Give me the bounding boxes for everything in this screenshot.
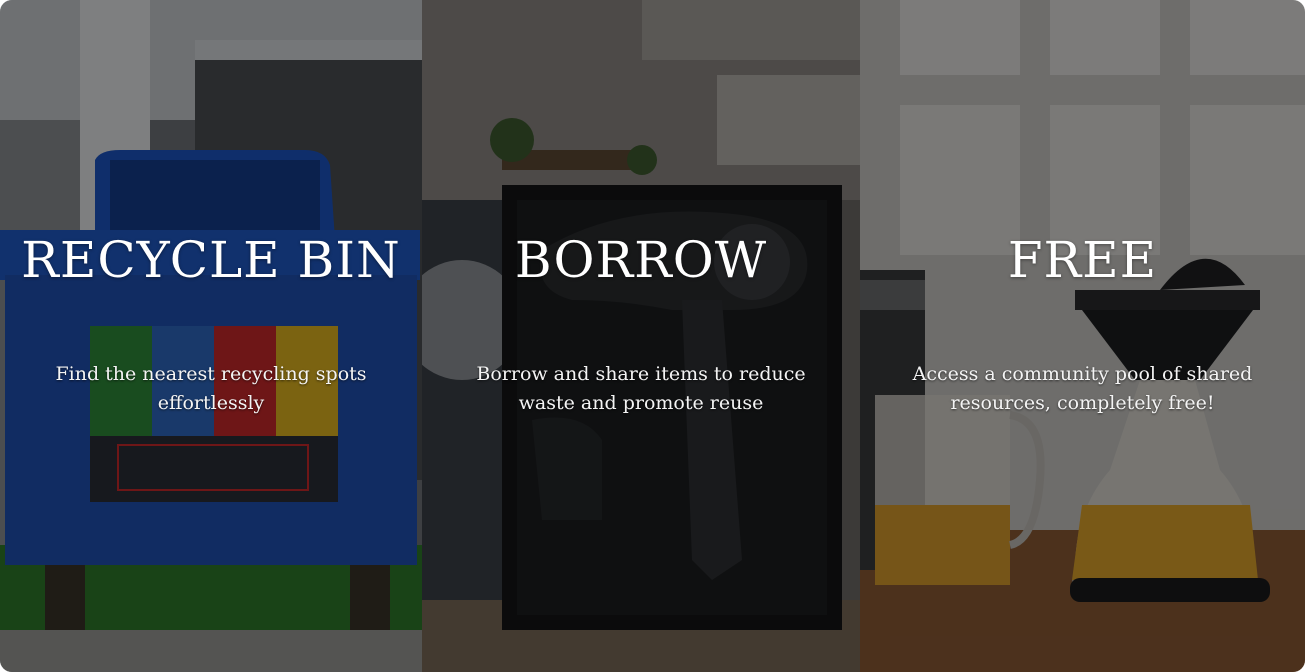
card-description: Find the nearest recycling spots effortl…	[55, 363, 367, 414]
card-title: BORROW	[514, 231, 768, 289]
borrow-card[interactable]: BORROW Borrow and share items to reduce …	[422, 0, 860, 672]
card-description: Access a community pool of shared resour…	[912, 363, 1253, 414]
card-description: Borrow and share items to reduce waste a…	[476, 363, 806, 414]
free-card[interactable]: FREE Access a community pool of shared r…	[860, 0, 1305, 672]
card-content: RECYCLE BIN Find the nearest recycling s…	[0, 0, 422, 672]
card-content: FREE Access a community pool of shared r…	[860, 0, 1305, 672]
recycle-bin-card[interactable]: RECYCLE BIN Find the nearest recycling s…	[0, 0, 422, 672]
card-content: BORROW Borrow and share items to reduce …	[422, 0, 860, 672]
card-title: RECYCLE BIN	[21, 231, 401, 289]
feature-cards-row: RECYCLE BIN Find the nearest recycling s…	[0, 0, 1305, 672]
card-title: FREE	[1007, 231, 1158, 289]
